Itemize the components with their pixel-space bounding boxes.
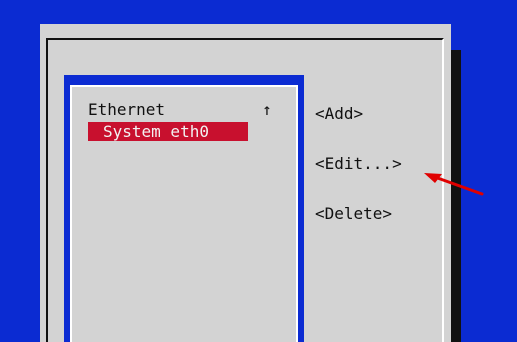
connection-dialog: Ethernet ↑ System eth0 <Add> <Edit...> <… bbox=[40, 24, 451, 342]
add-button[interactable]: <Add> bbox=[315, 103, 363, 125]
list-item-selected[interactable]: System eth0 bbox=[88, 122, 248, 141]
connection-list[interactable]: Ethernet ↑ System eth0 bbox=[77, 95, 291, 342]
red-pointer-arrow-icon bbox=[424, 173, 484, 196]
delete-button[interactable]: <Delete> bbox=[315, 203, 392, 225]
terminal-screen: Ethernet ↑ System eth0 <Add> <Edit...> <… bbox=[0, 0, 517, 342]
connection-group-label: Ethernet bbox=[88, 100, 166, 119]
connection-list-frame: Ethernet ↑ System eth0 bbox=[64, 75, 304, 342]
edit-button[interactable]: <Edit...> bbox=[315, 153, 402, 175]
scroll-up-arrow-icon[interactable]: ↑ bbox=[259, 100, 275, 120]
